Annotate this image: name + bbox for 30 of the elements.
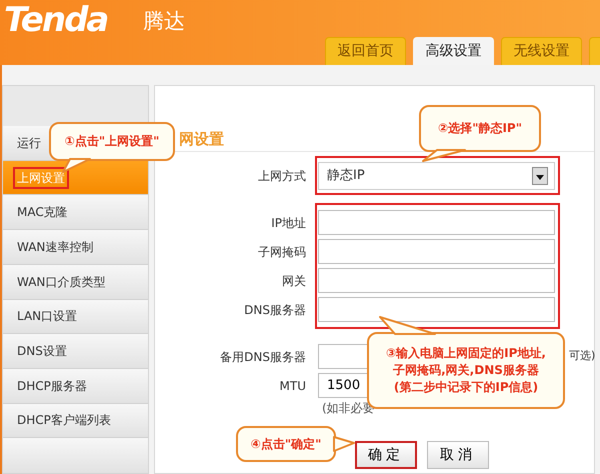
- sidebar-item[interactable]: DNS设置: [3, 334, 148, 369]
- callout-tooltip: ④点击"确定": [235, 425, 357, 463]
- brand-name: 腾达: [143, 8, 185, 34]
- input-field[interactable]: [318, 239, 555, 264]
- tab[interactable]: 无线设置: [501, 37, 582, 65]
- select-value: 静态IP: [327, 166, 365, 185]
- field-label: 网关: [281, 272, 307, 290]
- logo: Tenda: [4, 0, 108, 40]
- tab[interactable]: 高级设置: [413, 37, 494, 65]
- sidebar-item[interactable]: WAN口介质类型: [3, 264, 148, 300]
- field-label: IP地址: [270, 214, 307, 232]
- field-label: MTU: [278, 378, 307, 394]
- input-field[interactable]: [318, 210, 555, 235]
- tab[interactable]: 返回首页: [325, 37, 406, 65]
- input-field[interactable]: [318, 297, 555, 322]
- input-field[interactable]: [318, 268, 555, 293]
- field-label: 上网方式: [257, 168, 307, 184]
- sidebar-item[interactable]: DHCP服务器: [3, 368, 148, 404]
- button[interactable]: 取消: [427, 441, 489, 469]
- field-label: DNS服务器: [243, 302, 307, 318]
- field-hint: 可选): [569, 348, 596, 364]
- field-label: 子网掩码: [257, 244, 307, 260]
- field-label: 备用DNS服务器: [219, 348, 307, 366]
- button[interactable]: 确定: [355, 441, 417, 469]
- sidebar-item[interactable]: WAN速率控制: [3, 230, 148, 265]
- sidebar-item[interactable]: LAN口设置: [3, 300, 148, 334]
- select-field[interactable]: 静态IP: [318, 162, 555, 190]
- sidebar-item[interactable]: MAC克隆: [3, 195, 148, 230]
- sidebar-item[interactable]: DHCP客户端列表: [3, 404, 148, 438]
- dropdown-icon[interactable]: [532, 166, 548, 184]
